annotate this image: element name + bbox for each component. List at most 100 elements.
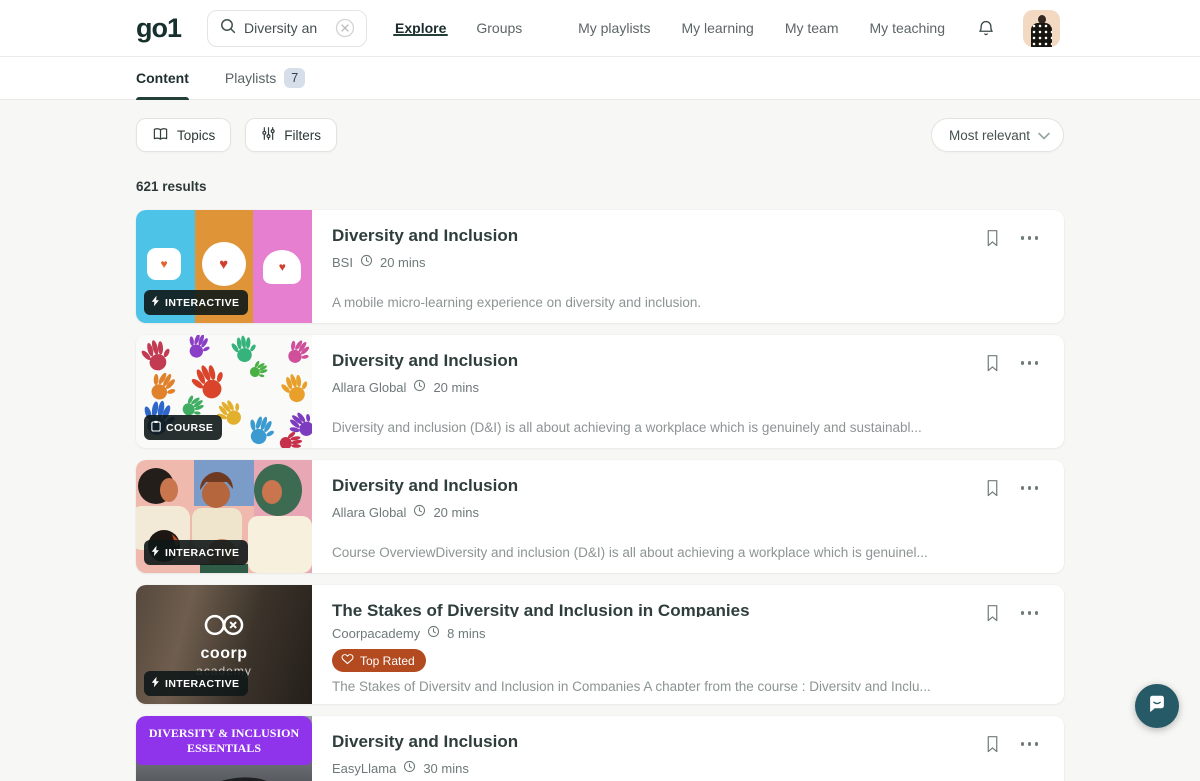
course-card[interactable]: COURSE Diversity and Inclusion Allara Gl… [136, 335, 1064, 448]
lightning-icon [151, 676, 160, 691]
sliders-icon [261, 126, 276, 144]
navbar-left: go1 Explore Groups [136, 0, 524, 56]
search-box[interactable] [207, 10, 367, 47]
bookmark-icon[interactable] [984, 735, 1001, 754]
search-input[interactable] [244, 20, 326, 36]
course-card[interactable]: coorp academy INTERACTIVE The Stakes of … [136, 585, 1064, 704]
nav-my-learning-label: My learning [681, 20, 753, 36]
nav-my-team[interactable]: My team [783, 20, 841, 36]
page: go1 Explore Groups [0, 0, 1200, 781]
course-description: Diversity and inclusion (D&I) is all abo… [332, 420, 946, 435]
playlists-count-badge: 7 [284, 68, 305, 88]
chat-bubble-icon [1146, 693, 1168, 720]
tab-content-label: Content [136, 70, 189, 86]
tab-playlists-label: Playlists [225, 70, 276, 86]
course-provider: Allara Global [332, 505, 406, 520]
user-avatar[interactable] [1023, 10, 1060, 47]
filter-toolbar: Topics Filters Most relevant [136, 118, 1064, 152]
course-provider: BSI [332, 255, 353, 270]
content-type-label: INTERACTIVE [165, 297, 239, 309]
filter-buttons: Topics Filters [136, 118, 337, 152]
thumbnail-banner: DIVERSITY & INCLUSION ESSENTIALS [136, 716, 312, 765]
course-thumbnail: COURSE [136, 335, 312, 448]
nav-explore[interactable]: Explore [393, 20, 448, 36]
course-title: Diversity and Inclusion [332, 351, 946, 371]
bookmark-icon[interactable] [984, 479, 1001, 498]
content-type-badge: INTERACTIVE [144, 290, 248, 315]
nav-my-playlists-label: My playlists [578, 20, 650, 36]
course-title: Diversity and Inclusion [332, 476, 946, 496]
filters-button[interactable]: Filters [245, 118, 337, 152]
thumbnail-banner-line2: ESSENTIALS [187, 741, 261, 756]
thumbnail-banner-line1: DIVERSITY & INCLUSION [149, 726, 299, 741]
top-navbar: go1 Explore Groups [0, 0, 1200, 57]
nav-my-team-label: My team [785, 20, 839, 36]
course-provider: EasyLlama [332, 761, 396, 776]
more-options-icon[interactable] [1021, 229, 1039, 240]
nav-my-learning[interactable]: My learning [679, 20, 755, 36]
course-card[interactable]: DIVERSITY & INCLUSION ESSENTIALS Diversi… [136, 716, 1064, 781]
thumbnail-logo-text: coorp [201, 645, 248, 663]
course-thumbnail: INTERACTIVE [136, 460, 312, 573]
course-thumbnail: coorp academy INTERACTIVE [136, 585, 312, 704]
nav-my-teaching[interactable]: My teaching [868, 20, 947, 36]
content-type-label: INTERACTIVE [165, 678, 239, 690]
clock-icon [403, 760, 416, 776]
course-description: The Stakes of Diversity and Inclusion in… [332, 679, 946, 691]
course-duration: 20 mins [433, 505, 479, 520]
clock-icon [413, 379, 426, 395]
sort-dropdown-value: Most relevant [949, 128, 1030, 143]
course-provider: Allara Global [332, 380, 406, 395]
topics-button[interactable]: Topics [136, 118, 231, 152]
tab-content[interactable]: Content [136, 57, 189, 99]
clipboard-icon [151, 420, 161, 435]
more-options-icon[interactable] [1021, 735, 1039, 746]
clear-search-icon[interactable] [334, 17, 356, 39]
nav-groups-label: Groups [476, 20, 522, 36]
go1-logo[interactable]: go1 [136, 13, 181, 44]
main-content: Topics Filters Most relevant 621 results [136, 118, 1064, 781]
course-thumbnail: DIVERSITY & INCLUSION ESSENTIALS [136, 716, 312, 781]
course-card[interactable]: INTERACTIVE Diversity and Inclusion BSI … [136, 210, 1064, 323]
content-type-badge: INTERACTIVE [144, 671, 248, 696]
content-type-label: INTERACTIVE [165, 547, 239, 559]
more-options-icon[interactable] [1021, 604, 1039, 615]
topics-button-label: Topics [177, 128, 215, 143]
course-duration: 20 mins [433, 380, 479, 395]
course-title: The Stakes of Diversity and Inclusion in… [332, 601, 946, 617]
top-rated-badge: Top Rated [332, 649, 426, 672]
notifications-bell-icon[interactable] [976, 18, 996, 39]
content-type-badge: COURSE [144, 415, 222, 440]
bookmark-icon[interactable] [984, 354, 1001, 373]
primary-nav: Explore Groups [393, 20, 524, 36]
chat-launcher-button[interactable] [1135, 684, 1179, 728]
top-rated-label: Top Rated [360, 654, 415, 668]
more-options-icon[interactable] [1021, 354, 1039, 365]
content-type-label: COURSE [166, 422, 213, 434]
nav-groups[interactable]: Groups [474, 20, 524, 36]
course-title: Diversity and Inclusion [332, 732, 946, 752]
bookmark-icon[interactable] [984, 229, 1001, 248]
clock-icon [413, 504, 426, 520]
navbar-right: My playlists My learning My team My teac… [576, 0, 1060, 56]
coorp-infinity-logo-icon [197, 612, 251, 643]
bookmark-icon[interactable] [984, 604, 1001, 623]
clock-icon [360, 254, 373, 270]
active-tab-underline [136, 97, 189, 100]
course-thumbnail: INTERACTIVE [136, 210, 312, 323]
heart-icon [341, 653, 354, 668]
course-description: A mobile micro-learning experience on di… [332, 295, 946, 310]
tab-playlists[interactable]: Playlists 7 [225, 57, 305, 99]
sort-dropdown[interactable]: Most relevant [931, 118, 1064, 152]
active-nav-underline [393, 34, 448, 36]
content-type-badge: INTERACTIVE [144, 540, 248, 565]
course-duration: 20 mins [380, 255, 426, 270]
filters-button-label: Filters [284, 128, 321, 143]
more-options-icon[interactable] [1021, 479, 1039, 490]
course-duration: 30 mins [423, 761, 469, 776]
course-card[interactable]: INTERACTIVE Diversity and Inclusion Alla… [136, 460, 1064, 573]
results-count: 621 results [136, 179, 1064, 194]
nav-my-playlists[interactable]: My playlists [576, 20, 652, 36]
course-title: Diversity and Inclusion [332, 226, 946, 246]
nav-my-teaching-label: My teaching [870, 20, 945, 36]
